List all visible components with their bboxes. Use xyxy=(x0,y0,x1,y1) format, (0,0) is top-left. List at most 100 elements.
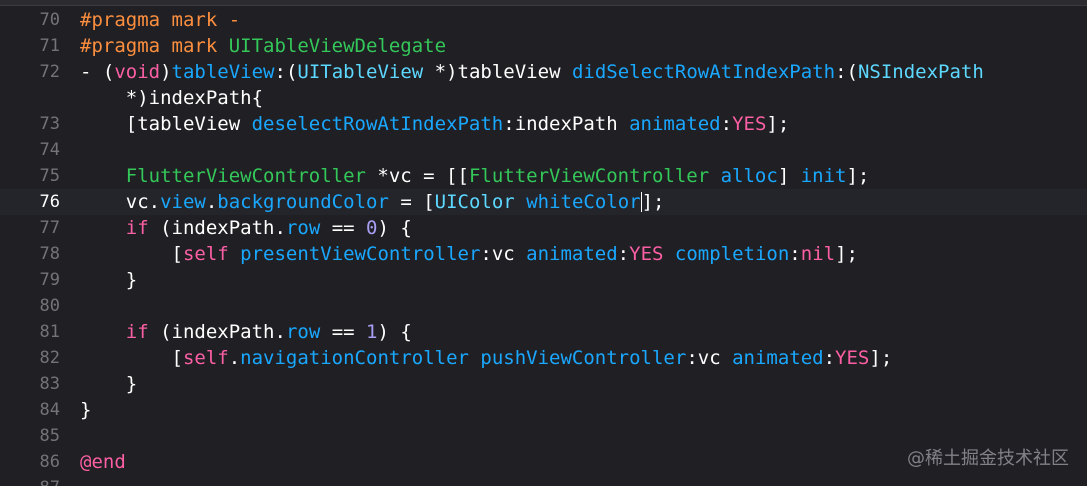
code-token: ) xyxy=(160,61,172,83)
line-number: 85 xyxy=(39,426,60,446)
code-token: presentViewController xyxy=(240,243,481,265)
watermark: @稀土掘金技术社区 xyxy=(907,448,1069,469)
code-token: : xyxy=(823,347,836,369)
code-line[interactable]: 81 if (indexPath.row == 1) { xyxy=(0,319,1087,345)
code-token: UITableView xyxy=(297,61,424,83)
code-line[interactable]: 78 [self presentViewController:vc animat… xyxy=(0,241,1087,267)
line-number: 70 xyxy=(39,10,60,30)
code-token: :( xyxy=(274,61,298,83)
code-token: = [ xyxy=(388,191,435,213)
code-token: UIColor xyxy=(434,191,515,213)
code-token: FlutterViewController xyxy=(468,165,710,187)
editor-top-border xyxy=(0,0,1087,6)
line-number: 86 xyxy=(39,452,60,472)
code-token: == xyxy=(320,321,367,343)
code-line[interactable]: 76 vc.view.backgroundColor = [UIColor wh… xyxy=(0,189,1087,215)
code-line[interactable]: 87 xyxy=(0,475,1087,486)
code-line[interactable]: 74 xyxy=(0,137,1087,163)
code-token: *)tableView xyxy=(423,61,572,83)
code-line[interactable]: 72- (void)tableView:(UITableView *)table… xyxy=(0,59,1087,85)
code-line[interactable]: 84} xyxy=(0,397,1087,423)
line-number: 71 xyxy=(39,36,60,56)
code-token: : xyxy=(617,243,630,265)
line-number: 82 xyxy=(39,348,60,368)
code-token: ]; xyxy=(846,165,870,187)
code-token: YES xyxy=(629,243,664,265)
code-token: pushViewController xyxy=(480,347,687,369)
code-token: self xyxy=(182,243,229,265)
code-token: ]; xyxy=(766,113,790,135)
line-number: 81 xyxy=(39,322,60,342)
code-token: void xyxy=(114,61,161,83)
line-content: #pragma mark - xyxy=(80,7,240,33)
code-token: *vc = [[ xyxy=(365,165,469,187)
code-token: row xyxy=(285,321,321,343)
code-token: FlutterViewController xyxy=(125,165,366,187)
line-content: vc.view.backgroundColor = [UIColor white… xyxy=(80,189,665,215)
line-content: } xyxy=(80,397,91,423)
line-number: 87 xyxy=(0,475,60,486)
line-content: #pragma mark UITableViewDelegate xyxy=(80,33,446,59)
code-token: } xyxy=(80,399,92,421)
code-token: ) { xyxy=(377,321,412,343)
code-token: UITableViewDelegate xyxy=(228,35,447,57)
code-token: NSIndexPath xyxy=(857,61,984,83)
code-token: self xyxy=(182,347,229,369)
code-token: ]; xyxy=(835,243,858,265)
code-line[interactable]: 79 } xyxy=(0,267,1087,293)
code-line[interactable]: 77 if (indexPath.row == 0) { xyxy=(0,215,1087,241)
code-line[interactable]: 75 FlutterViewController *vc = [[Flutter… xyxy=(0,163,1087,189)
line-number: 74 xyxy=(39,140,60,160)
line-number: 83 xyxy=(39,374,60,394)
code-token: (indexPath. xyxy=(148,321,286,343)
code-token: } xyxy=(80,269,138,291)
line-content: [self presentViewController:vc animated:… xyxy=(80,241,858,267)
line-number: 79 xyxy=(39,270,60,290)
code-token: navigationController xyxy=(240,347,469,369)
code-token: #pragma mark - xyxy=(80,9,241,31)
code-token: if xyxy=(125,217,149,239)
code-token: :vc xyxy=(480,243,527,265)
code-token: whiteColor xyxy=(526,191,641,213)
code-line[interactable]: 83 } xyxy=(0,371,1087,397)
code-token: animated xyxy=(526,243,618,265)
code-token: [ xyxy=(80,347,183,369)
code-token: 0 xyxy=(366,217,378,239)
code-token: backgroundColor xyxy=(217,191,389,213)
code-line[interactable]: 71 #pragma mark UITableViewDelegate xyxy=(0,33,1087,59)
code-token: :vc xyxy=(686,347,733,369)
code-editor[interactable]: 70 #pragma mark - 71 #pragma mark UITableVi… xyxy=(0,0,1087,486)
code-token: animated xyxy=(732,347,824,369)
code-token: YES xyxy=(732,113,767,135)
line-number: 78 xyxy=(39,244,60,264)
code-token: . xyxy=(205,191,218,213)
line-content: } xyxy=(80,371,137,397)
code-line[interactable]: 70 #pragma mark - xyxy=(0,7,1087,33)
code-token: init xyxy=(800,165,847,187)
code-token: view xyxy=(160,191,206,213)
code-token: didSelectRowAtIndexPath xyxy=(571,61,836,83)
code-lines[interactable]: 70 #pragma mark - 71 #pragma mark UITableVi… xyxy=(0,7,1087,486)
code-token: YES xyxy=(835,347,870,369)
code-line[interactable]: 80 xyxy=(0,293,1087,319)
line-content: [self.navigationController pushViewContr… xyxy=(80,345,893,371)
line-number: 80 xyxy=(39,296,60,316)
code-line[interactable]: *)indexPath{ xyxy=(0,85,1087,111)
line-content: - (void)tableView:(UITableView *)tableVi… xyxy=(80,59,984,85)
code-token: #pragma mark xyxy=(80,35,229,57)
line-number: 84 xyxy=(39,400,60,420)
line-number: 75 xyxy=(39,166,60,186)
line-content: if (indexPath.row == 0) { xyxy=(80,215,412,241)
code-token: == xyxy=(320,217,367,239)
line-number: 73 xyxy=(39,114,60,134)
code-line[interactable]: 82 [self.navigationController pushViewCo… xyxy=(0,345,1087,371)
code-token: animated xyxy=(629,113,721,135)
line-content: } xyxy=(80,267,137,293)
code-token: : xyxy=(789,243,801,265)
code-line[interactable]: 73 [tableView deselectRowAtIndexPath:ind… xyxy=(0,111,1087,137)
code-token: : xyxy=(720,113,733,135)
